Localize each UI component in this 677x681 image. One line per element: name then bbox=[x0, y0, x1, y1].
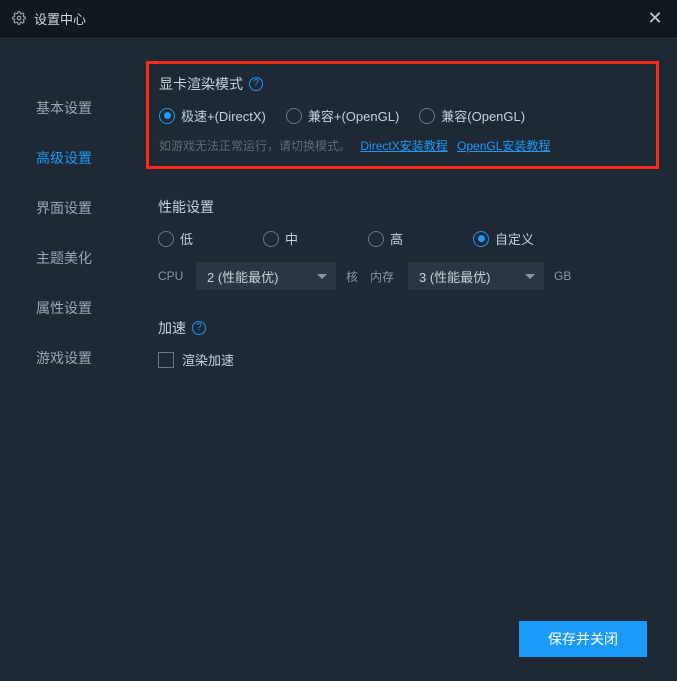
cpu-select[interactable]: 2 (性能最优) bbox=[196, 262, 336, 290]
radio-label: 兼容(OpenGL) bbox=[441, 106, 525, 125]
mem-value: 3 (性能最优) bbox=[419, 267, 491, 286]
chevron-down-icon bbox=[525, 274, 535, 279]
radio-label: 极速+(DirectX) bbox=[181, 106, 266, 125]
sidebar-item-advanced[interactable]: 高级设置 bbox=[0, 133, 140, 183]
sidebar-item-theme[interactable]: 主题美化 bbox=[0, 233, 140, 283]
render-mode-section: 显卡渲染模式 ? 极速+(DirectX) 兼容+(OpenGL) 兼容(Ope… bbox=[146, 61, 659, 169]
sidebar-item-basic[interactable]: 基本设置 bbox=[0, 83, 140, 133]
radio-circle-icon bbox=[263, 231, 279, 247]
save-close-button[interactable]: 保存并关闭 bbox=[519, 621, 647, 657]
radio-perf-high[interactable]: 高 bbox=[368, 229, 473, 248]
gear-icon bbox=[12, 11, 26, 25]
chevron-down-icon bbox=[317, 274, 327, 279]
window-title: 设置中心 bbox=[34, 9, 86, 28]
sidebar-item-label: 属性设置 bbox=[36, 298, 92, 318]
help-icon[interactable]: ? bbox=[249, 77, 263, 91]
cpu-label: CPU bbox=[158, 269, 186, 283]
sidebar-item-label: 高级设置 bbox=[36, 148, 92, 168]
cpu-value: 2 (性能最优) bbox=[207, 267, 279, 286]
radio-label: 低 bbox=[180, 229, 193, 248]
link-opengl-tutorial[interactable]: OpenGL安装教程 bbox=[457, 139, 550, 153]
accel-section: 加速 ? 渲染加速 bbox=[158, 318, 647, 369]
radio-perf-low[interactable]: 低 bbox=[158, 229, 263, 248]
radio-circle-icon bbox=[286, 108, 302, 124]
mem-label: 内存 bbox=[370, 268, 398, 285]
sidebar: 基本设置 高级设置 界面设置 主题美化 属性设置 游戏设置 bbox=[0, 37, 140, 681]
radio-label: 自定义 bbox=[495, 229, 534, 248]
titlebar: 设置中心 ✕ bbox=[0, 0, 677, 36]
render-accel-checkbox[interactable] bbox=[158, 352, 174, 368]
sidebar-item-label: 游戏设置 bbox=[36, 348, 92, 368]
performance-title: 性能设置 bbox=[158, 197, 214, 217]
accel-title: 加速 bbox=[158, 318, 186, 338]
mem-select[interactable]: 3 (性能最优) bbox=[408, 262, 544, 290]
radio-circle-icon bbox=[473, 231, 489, 247]
cores-label: 核 bbox=[346, 268, 360, 285]
radio-label: 中 bbox=[285, 229, 298, 248]
radio-label: 兼容+(OpenGL) bbox=[308, 106, 399, 125]
help-icon[interactable]: ? bbox=[192, 321, 206, 335]
radio-perf-mid[interactable]: 中 bbox=[263, 229, 368, 248]
radio-opengl[interactable]: 兼容(OpenGL) bbox=[419, 106, 525, 125]
render-mode-title: 显卡渲染模式 bbox=[159, 74, 243, 94]
gb-label: GB bbox=[554, 269, 572, 283]
content-panel: 显卡渲染模式 ? 极速+(DirectX) 兼容+(OpenGL) 兼容(Ope… bbox=[140, 37, 677, 681]
radio-circle-icon bbox=[158, 231, 174, 247]
render-accel-label: 渲染加速 bbox=[182, 350, 234, 369]
radio-opengl-plus[interactable]: 兼容+(OpenGL) bbox=[286, 106, 399, 125]
close-button[interactable]: ✕ bbox=[645, 8, 665, 29]
render-mode-hint: 如游戏无法正常运行，请切换模式。 bbox=[159, 139, 351, 153]
radio-circle-icon bbox=[419, 108, 435, 124]
performance-section: 性能设置 低 中 高 自定义 bbox=[158, 197, 647, 290]
sidebar-item-game[interactable]: 游戏设置 bbox=[0, 333, 140, 383]
sidebar-item-property[interactable]: 属性设置 bbox=[0, 283, 140, 333]
sidebar-item-label: 主题美化 bbox=[36, 248, 92, 268]
radio-circle-icon bbox=[368, 231, 384, 247]
sidebar-item-label: 基本设置 bbox=[36, 98, 92, 118]
radio-perf-custom[interactable]: 自定义 bbox=[473, 229, 578, 248]
link-directx-tutorial[interactable]: DirectX安装教程 bbox=[360, 139, 447, 153]
radio-circle-icon bbox=[159, 108, 175, 124]
sidebar-item-interface[interactable]: 界面设置 bbox=[0, 183, 140, 233]
radio-directx[interactable]: 极速+(DirectX) bbox=[159, 106, 266, 125]
radio-label: 高 bbox=[390, 229, 403, 248]
sidebar-item-label: 界面设置 bbox=[36, 198, 92, 218]
